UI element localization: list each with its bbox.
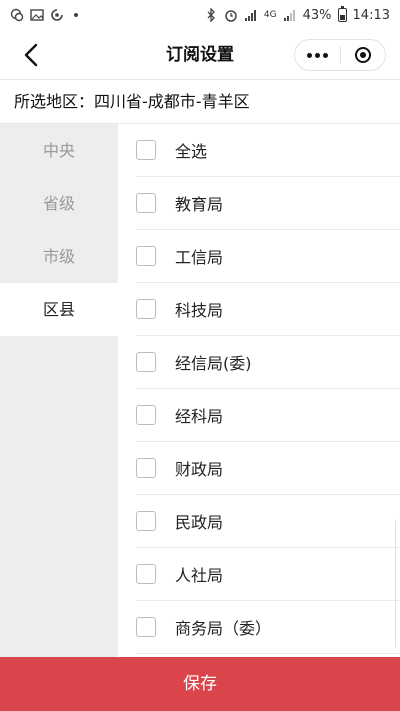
checkbox[interactable] bbox=[136, 193, 156, 213]
checkbox[interactable] bbox=[136, 352, 156, 372]
list-item-label: 科技局 bbox=[175, 301, 224, 320]
list-item[interactable]: 经科局 bbox=[136, 389, 400, 442]
checkbox[interactable] bbox=[136, 458, 156, 478]
list-item[interactable]: 人社局 bbox=[136, 548, 400, 601]
list-item-label: 人社局 bbox=[175, 566, 224, 585]
category-province[interactable]: 省级 bbox=[0, 177, 118, 230]
category-label: 市级 bbox=[42, 247, 75, 266]
category-sidebar: 中央 省级 市级 区县 bbox=[0, 124, 118, 657]
list-item-label: 教育局 bbox=[175, 195, 224, 214]
back-button[interactable] bbox=[14, 38, 48, 72]
signal-icon bbox=[244, 8, 258, 22]
selected-region: 所选地区：四川省-成都市-青羊区 bbox=[0, 80, 400, 124]
category-label: 中央 bbox=[42, 141, 75, 160]
alarm-icon bbox=[224, 8, 238, 22]
list-item[interactable]: 工信局 bbox=[136, 230, 400, 283]
department-list: 全选 教育局 工信局 科技局 经信局(委) 经科局 财政局 民政局 人社局 商务… bbox=[118, 124, 400, 657]
list-item-label: 工信局 bbox=[175, 248, 224, 267]
region-value: 四川省-成都市-青羊区 bbox=[94, 92, 250, 111]
list-item[interactable]: 经信局(委) bbox=[136, 336, 400, 389]
list-item-label: 民政局 bbox=[175, 513, 224, 532]
list-item-label: 全选 bbox=[175, 142, 208, 161]
category-city[interactable]: 市级 bbox=[0, 230, 118, 283]
category-label: 区县 bbox=[42, 300, 75, 319]
region-label: 所选地区： bbox=[14, 92, 95, 111]
category-central[interactable]: 中央 bbox=[0, 124, 118, 177]
notification-dot-icon bbox=[74, 13, 78, 17]
clock: 14:13 bbox=[352, 7, 390, 23]
checkbox[interactable] bbox=[136, 405, 156, 425]
list-item[interactable]: 民政局 bbox=[136, 495, 400, 548]
list-item-label: 经信局(委) bbox=[175, 354, 252, 373]
list-item-label: 财政局 bbox=[175, 460, 224, 479]
list-item[interactable]: 教育局 bbox=[136, 177, 400, 230]
select-all-row[interactable]: 全选 bbox=[136, 124, 400, 177]
battery-icon bbox=[337, 6, 347, 22]
list-item[interactable]: 财政局 bbox=[136, 442, 400, 495]
back-arrow-icon bbox=[24, 43, 38, 67]
battery-percent: 43% bbox=[302, 7, 332, 23]
list-item-label: 商务局（委） bbox=[175, 619, 272, 638]
status-left bbox=[10, 8, 78, 22]
category-district[interactable]: 区县 bbox=[0, 283, 118, 336]
more-dots-icon bbox=[306, 52, 328, 58]
checkbox[interactable] bbox=[136, 564, 156, 584]
category-label: 省级 bbox=[42, 194, 75, 213]
scrollbar[interactable] bbox=[395, 519, 400, 649]
list-item[interactable]: 科技局 bbox=[136, 283, 400, 336]
checkbox[interactable] bbox=[136, 140, 156, 160]
checkbox[interactable] bbox=[136, 511, 156, 531]
list-item[interactable]: 商务局（委） bbox=[136, 601, 400, 654]
bluetooth-icon bbox=[204, 8, 218, 22]
sync-icon bbox=[50, 8, 64, 22]
mini-program-capsule bbox=[294, 39, 386, 71]
checkbox[interactable] bbox=[136, 299, 156, 319]
checkbox[interactable] bbox=[136, 246, 156, 266]
wechat-icon bbox=[10, 8, 24, 22]
close-target-icon bbox=[354, 47, 371, 63]
list-item-label: 经科局 bbox=[175, 407, 224, 426]
close-mini-program-button[interactable] bbox=[341, 40, 386, 70]
more-button[interactable] bbox=[295, 40, 340, 70]
nav-bar: 订阅设置 bbox=[0, 30, 400, 80]
network-type: 4G bbox=[263, 9, 277, 20]
status-right: 4G 43% 14:13 bbox=[204, 6, 390, 23]
checkbox[interactable] bbox=[136, 617, 156, 637]
status-bar: 4G 43% 14:13 bbox=[0, 0, 400, 30]
save-button[interactable]: 保存 bbox=[0, 657, 400, 711]
signal-icon-2 bbox=[283, 8, 297, 22]
image-icon bbox=[30, 8, 44, 22]
